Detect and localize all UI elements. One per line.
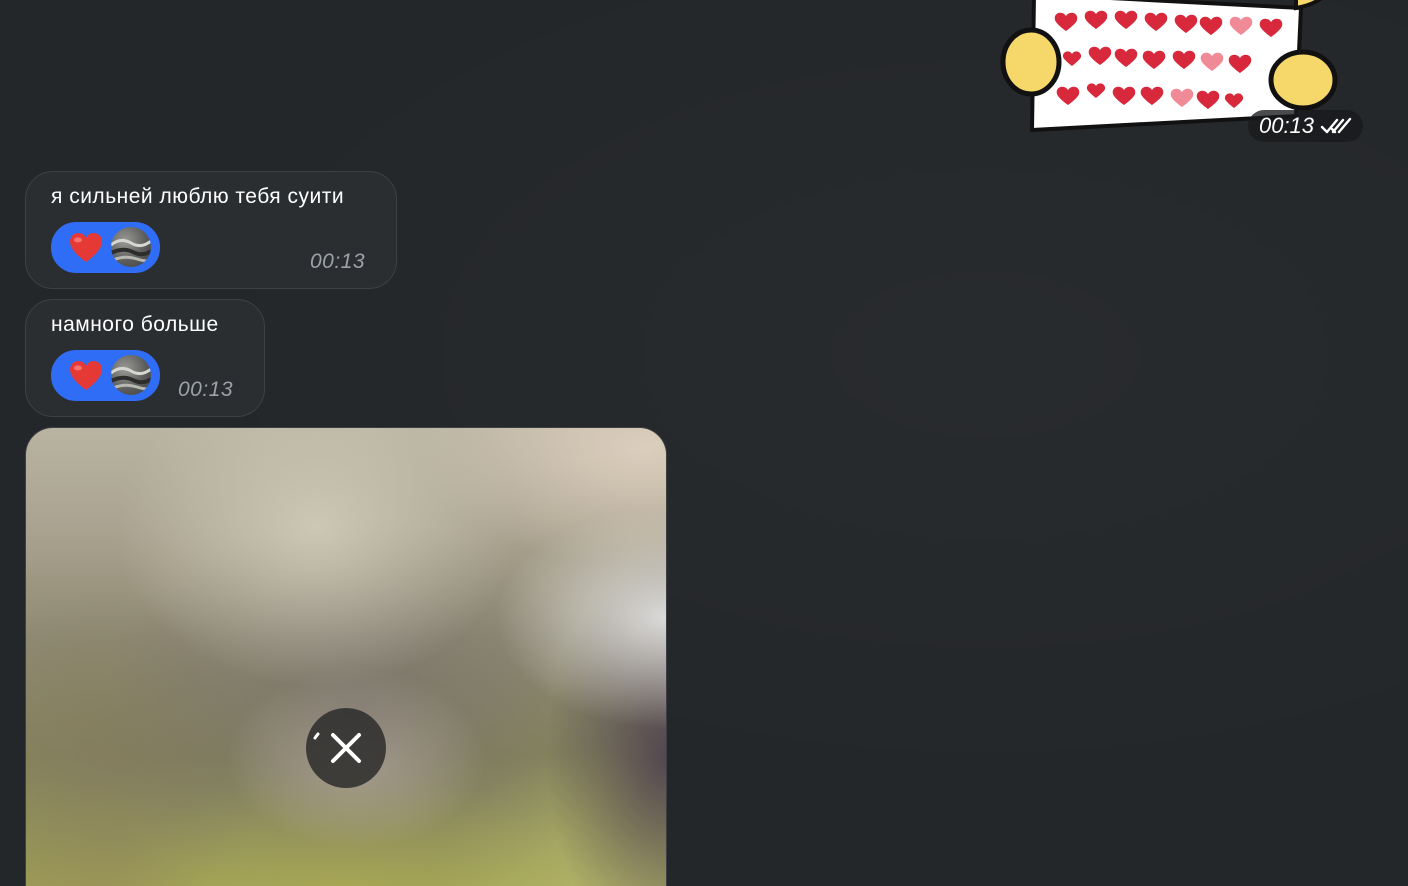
heart-icon (70, 361, 102, 390)
chat-history[interactable]: 00:13 я сильней люблю тебя суити 00:13 н… (0, 0, 1408, 886)
message-text: намного больше (51, 313, 219, 336)
message-text: я сильней люблю тебя суити (51, 185, 345, 208)
heart-icon (70, 233, 102, 262)
message-time: 00:13 (178, 378, 234, 401)
close-icon (313, 732, 361, 763)
blurred-photo-preview (26, 428, 666, 886)
reaction-button[interactable] (51, 350, 160, 401)
message-time: 00:13 (310, 250, 366, 273)
avatar (111, 227, 151, 267)
incoming-message[interactable]: я сильней люблю тебя суити 00:13 (25, 171, 397, 289)
photo-message[interactable] (25, 427, 667, 886)
sticker-time: 00:13 (1258, 113, 1315, 138)
cancel-download-button[interactable] (306, 708, 386, 788)
sticker-meta: 00:13 (1248, 110, 1363, 142)
double-check-icon (1320, 117, 1352, 134)
reaction-button[interactable] (51, 222, 160, 273)
avatar (111, 355, 151, 395)
incoming-message[interactable]: намного больше 00:13 (25, 299, 265, 417)
